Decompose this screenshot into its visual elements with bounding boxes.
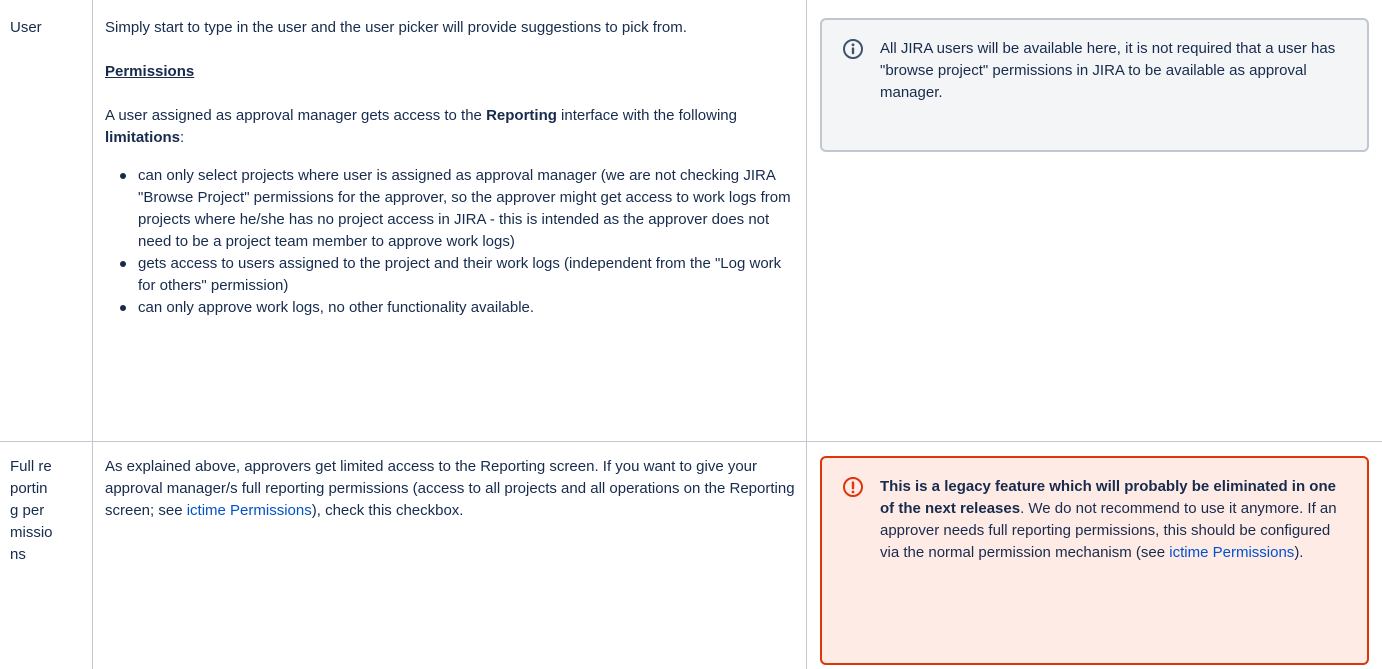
info-panel: All JIRA users will be available here, i…: [820, 18, 1369, 152]
reporting-bold: Reporting: [486, 107, 557, 124]
warning-text: ).: [1294, 544, 1304, 561]
perm-text: interface with the following: [556, 107, 737, 124]
full-reporting-description: As explained above, approvers get limite…: [105, 456, 795, 522]
list-item: can only approve work logs, no other fun…: [120, 297, 795, 319]
ictime-permissions-link[interactable]: ictime Permissions: [1169, 544, 1294, 561]
list-item: gets access to users assigned to the pro…: [120, 253, 795, 297]
column-divider: [806, 0, 807, 669]
warning-panel: This is a legacy feature which will prob…: [820, 456, 1369, 665]
permissions-table: User Simply start to type in the user an…: [0, 0, 1382, 669]
permissions-text: A user assigned as approval manager gets…: [105, 105, 795, 149]
user-description: Simply start to type in the user and the…: [105, 17, 795, 319]
limitations-list: can only select projects where user is a…: [105, 165, 795, 319]
warning-panel-text: This is a legacy feature which will prob…: [880, 476, 1349, 564]
user-intro: Simply start to type in the user and the…: [105, 19, 687, 36]
perm-text: :: [180, 129, 185, 146]
column-divider: [92, 0, 93, 669]
perm-text: A user assigned as approval manager gets…: [105, 107, 487, 124]
info-icon: [843, 39, 863, 59]
desc-text: ), check this checkbox.: [311, 502, 464, 519]
row-label-user: User: [10, 19, 42, 36]
limitations-bold: limitations: [105, 129, 181, 146]
ictime-permissions-link[interactable]: ictime Permissions: [187, 502, 312, 519]
permissions-heading: Permissions: [105, 61, 795, 83]
row-divider: [0, 441, 1382, 442]
error-icon: [843, 477, 863, 497]
row-label-full-reporting: Full reporting permissions: [10, 458, 53, 563]
permissions-heading-text: Permissions: [105, 63, 195, 80]
info-panel-text: All JIRA users will be available here, i…: [880, 40, 1336, 101]
list-item: can only select projects where user is a…: [120, 165, 795, 253]
full-reporting-text: As explained above, approvers get limite…: [105, 456, 795, 522]
